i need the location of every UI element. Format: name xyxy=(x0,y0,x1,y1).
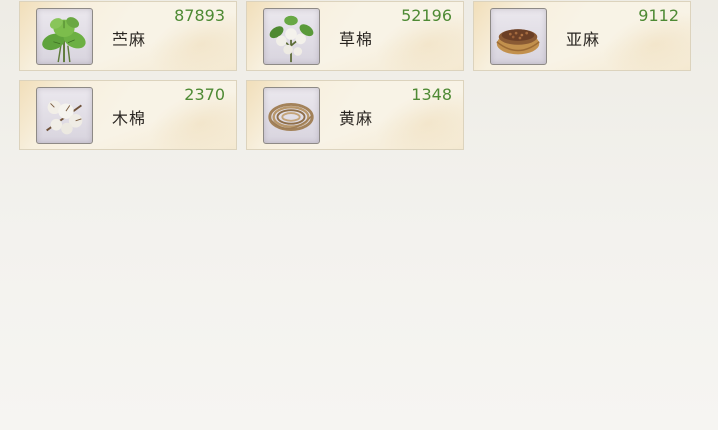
cotton-plant-icon xyxy=(264,9,319,64)
item-card-kapok[interactable]: 木棉 2370 xyxy=(19,80,237,150)
item-card-flax[interactable]: 亚麻 9112 xyxy=(473,1,691,71)
ramie-plant-icon xyxy=(37,9,92,64)
material-inventory-panel: 苎麻 87893 草棉 52196 亚麻 9112 木棉 2370 黄麻 134… xyxy=(0,0,718,430)
item-card-jute[interactable]: 黄麻 1348 xyxy=(246,80,464,150)
flax-seed-bowl-icon xyxy=(491,9,546,64)
item-name: 亚麻 xyxy=(566,30,601,49)
item-count: 52196 xyxy=(401,6,452,25)
item-thumbnail xyxy=(36,8,93,65)
item-name: 草棉 xyxy=(339,30,374,49)
item-thumbnail xyxy=(490,8,547,65)
item-name: 黄麻 xyxy=(339,109,374,128)
item-name: 木棉 xyxy=(112,109,147,128)
item-count: 9112 xyxy=(638,6,679,25)
item-thumbnail xyxy=(263,87,320,144)
item-name: 苎麻 xyxy=(112,30,147,49)
item-card-ramie[interactable]: 苎麻 87893 xyxy=(19,1,237,71)
item-thumbnail xyxy=(36,87,93,144)
item-count: 2370 xyxy=(184,85,225,104)
item-card-cotton[interactable]: 草棉 52196 xyxy=(246,1,464,71)
item-thumbnail xyxy=(263,8,320,65)
jute-fiber-icon xyxy=(264,88,319,143)
kapok-boll-icon xyxy=(37,88,92,143)
item-count: 1348 xyxy=(411,85,452,104)
item-count: 87893 xyxy=(174,6,225,25)
